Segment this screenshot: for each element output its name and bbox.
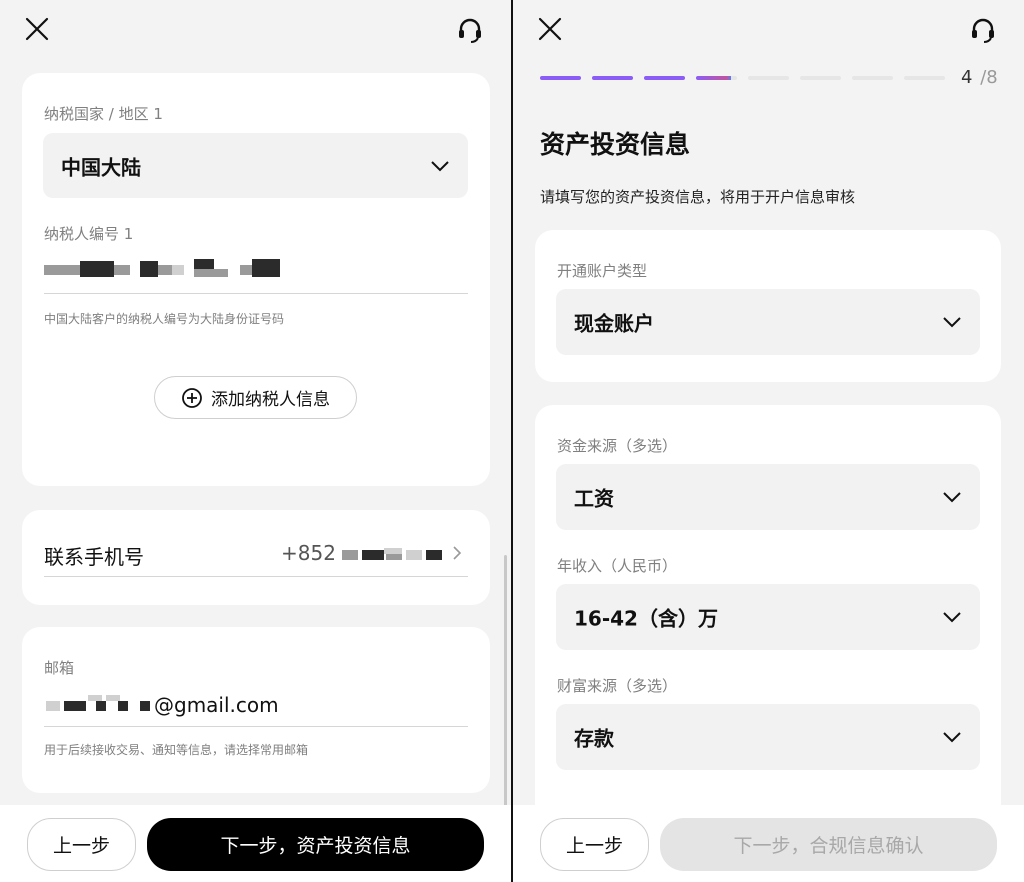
- right-footer: 上一步 下一步，合规信息确认: [513, 805, 1024, 882]
- page-subtitle: 请填写您的资产投资信息，将用于开户信息审核: [540, 188, 856, 206]
- page-title: 资产投资信息: [540, 130, 691, 159]
- chevron-down-icon: [943, 612, 961, 623]
- annual-income-label: 年收入（人民币）: [557, 557, 678, 575]
- progress-segment: [748, 76, 789, 80]
- prev-button[interactable]: 上一步: [540, 818, 649, 871]
- account-type-card: 开通账户类型 现金账户: [535, 230, 1001, 382]
- add-taxpayer-button[interactable]: 添加纳税人信息: [154, 376, 357, 419]
- investment-info-card: 资金来源（多选） 工资 年收入（人民币） 16-42（含）万 财富来源（多选） …: [535, 405, 1001, 825]
- annual-income-select[interactable]: 16-42（含）万: [556, 584, 980, 650]
- add-taxpayer-label: 添加纳税人信息: [211, 390, 330, 410]
- chevron-down-icon: [943, 317, 961, 328]
- wealth-source-label: 财富来源（多选）: [557, 677, 678, 695]
- account-type-select[interactable]: 现金账户: [556, 289, 980, 355]
- chevron-down-icon: [943, 492, 961, 503]
- fund-source-select[interactable]: 工资: [556, 464, 980, 530]
- scrollbar[interactable]: [504, 555, 507, 840]
- chevron-down-icon: [431, 160, 449, 171]
- tax-info-card: 纳税国家 / 地区 1 中国大陆 纳税人编号 1 中国大陆客户的纳税人编号为大陆…: [22, 73, 490, 486]
- taxpayer-hint: 中国大陆客户的纳税人编号为大陆身份证号码: [44, 312, 285, 326]
- tax-country-select[interactable]: 中国大陆: [43, 133, 468, 198]
- account-type-label: 开通账户类型: [557, 262, 648, 280]
- left-footer: 上一步 下一步，资产投资信息: [0, 805, 511, 882]
- prev-button[interactable]: 上一步: [27, 818, 136, 871]
- email-suffix: @gmail.com: [154, 693, 279, 717]
- email-underline: [44, 726, 468, 727]
- wealth-source-value: 存款: [574, 726, 614, 751]
- taxpayer-id-underline: [44, 293, 468, 294]
- tax-country-value: 中国大陆: [61, 155, 141, 179]
- email-hint: 用于后续接收交易、通知等信息，请选择常用邮箱: [44, 743, 309, 757]
- progress-segment: [904, 76, 945, 80]
- fund-source-label: 资金来源（多选）: [557, 437, 678, 455]
- progress-segment: [540, 76, 581, 80]
- left-screen: 纳税国家 / 地区 1 中国大陆 纳税人编号 1 中国大陆客户的纳税人编号为大陆…: [0, 0, 511, 882]
- phone-number-masked: [342, 548, 452, 562]
- chevron-right-icon: [453, 546, 462, 560]
- progress-segment: [592, 76, 633, 80]
- phone-label: 联系手机号: [44, 545, 144, 569]
- next-button[interactable]: 下一步，资产投资信息: [147, 818, 484, 871]
- headset-icon[interactable]: [969, 16, 997, 44]
- email-field[interactable]: @gmail.com: [44, 689, 468, 723]
- close-icon[interactable]: [537, 16, 563, 42]
- email-card: 邮箱 @gmail.com 用于后续接收交易、通知等信息，请选择常用邮箱: [22, 627, 490, 793]
- taxpayer-id-label: 纳税人编号 1: [44, 225, 134, 243]
- phone-card[interactable]: 联系手机号 +852: [22, 510, 490, 605]
- progress-segment: [852, 76, 893, 80]
- progress-segment: [800, 76, 841, 80]
- annual-income-value: 16-42（含）万: [574, 606, 718, 631]
- wealth-source-select[interactable]: 存款: [556, 704, 980, 770]
- next-button-disabled[interactable]: 下一步，合规信息确认: [660, 818, 997, 871]
- close-icon[interactable]: [24, 16, 50, 42]
- phone-underline: [44, 576, 468, 577]
- plus-circle-icon: [182, 387, 202, 408]
- email-label: 邮箱: [44, 659, 75, 677]
- progress-segment: [644, 76, 685, 80]
- headset-icon[interactable]: [456, 16, 484, 44]
- chevron-down-icon: [943, 732, 961, 743]
- phone-country-code: +852: [281, 541, 336, 565]
- fund-source-value: 工资: [574, 486, 614, 511]
- account-type-value: 现金账户: [574, 311, 654, 336]
- progress-counter: 4 /8: [961, 67, 998, 88]
- progress-current: 4: [961, 67, 973, 88]
- progress-segment: [696, 76, 737, 80]
- taxpayer-id-field[interactable]: [44, 253, 468, 293]
- tax-country-label: 纳税国家 / 地区 1: [44, 105, 163, 123]
- right-screen: 4 /8 资产投资信息 请填写您的资产投资信息，将用于开户信息审核 开通账户类型…: [513, 0, 1024, 882]
- progress-total: /8: [980, 67, 998, 88]
